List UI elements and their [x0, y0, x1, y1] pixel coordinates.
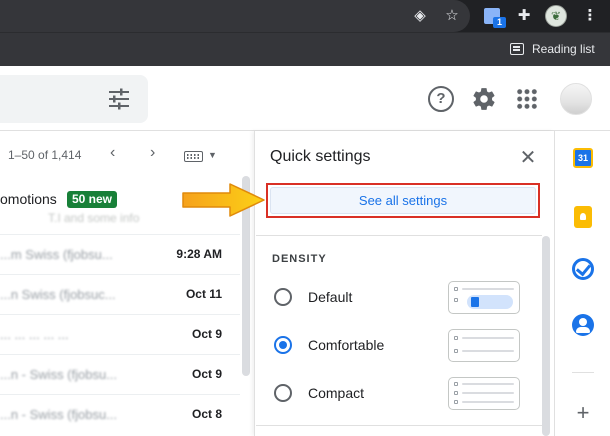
pagination-count: 1–50 of 1,414	[8, 148, 82, 162]
density-compact-radio[interactable]	[274, 384, 292, 402]
keep-icon[interactable]	[574, 206, 592, 228]
attachment-chip-icon	[467, 295, 513, 309]
email-row[interactable]: ...n - Swiss (fjobsu... Oct 8	[0, 394, 240, 434]
email-date: Oct 9	[191, 367, 222, 381]
divider	[256, 235, 542, 236]
density-default-preview[interactable]	[448, 281, 520, 314]
settings-gear-icon[interactable]	[471, 86, 497, 112]
divider	[256, 425, 542, 426]
contacts-icon[interactable]	[572, 314, 594, 336]
email-date: Oct 11	[185, 287, 222, 301]
divider	[572, 372, 594, 373]
help-icon[interactable]: ?	[428, 86, 454, 112]
email-date: Oct 8	[191, 407, 222, 421]
profile-icon[interactable]: ❦	[545, 5, 567, 27]
density-compact-label[interactable]: Compact	[308, 385, 364, 401]
email-row[interactable]: ...n - Swiss (fjobsu... Oct 9	[0, 354, 240, 394]
density-compact-preview[interactable]	[448, 377, 520, 410]
promotions-new-badge: 50 new	[67, 191, 118, 208]
puzzle-icon[interactable]: ✚	[512, 0, 536, 32]
email-row[interactable]: ...m Swiss (fjobsu... 9:28 AM	[0, 234, 240, 274]
reading-list-button[interactable]: Reading list	[510, 32, 595, 66]
kebab-menu-icon[interactable]: ⋮	[578, 0, 602, 32]
calendar-icon[interactable]: 31	[573, 148, 593, 168]
search-options-icon[interactable]	[106, 87, 132, 111]
eye-icon[interactable]: ◈	[408, 0, 432, 32]
density-default-label[interactable]: Default	[308, 289, 352, 305]
add-addon-plus-icon[interactable]: +	[572, 402, 594, 424]
google-apps-icon[interactable]	[516, 88, 538, 110]
email-sender: ...n Swiss (fjobsuc...	[0, 287, 116, 302]
email-row[interactable]: ... ... ... ... ... Oct 9	[0, 314, 240, 354]
older-page-chevron-icon[interactable]: ›	[150, 144, 155, 162]
email-sender: ...m Swiss (fjobsu...	[0, 247, 113, 262]
account-avatar[interactable]	[560, 83, 592, 115]
newer-page-chevron-icon[interactable]: ‹	[110, 144, 115, 162]
annotation-arrow-icon	[182, 183, 265, 217]
highlight-box: See all settings	[266, 183, 540, 218]
density-comfortable-radio[interactable]	[274, 336, 292, 354]
side-panel	[554, 131, 610, 436]
bookmark-star-icon[interactable]: ☆	[440, 0, 464, 32]
email-date: 9:28 AM	[176, 247, 222, 261]
email-sender: ... ... ... ... ...	[0, 327, 69, 342]
email-date: Oct 9	[191, 327, 222, 341]
tasks-icon[interactable]	[572, 258, 594, 280]
email-row[interactable]: ...n Swiss (fjobsuc... Oct 11	[0, 274, 240, 314]
density-heading: DENSITY	[272, 253, 327, 265]
email-sender: ...n - Swiss (fjobsu...	[0, 407, 118, 422]
address-bar[interactable]	[0, 0, 470, 32]
promotions-preview: T.I and some info	[48, 211, 140, 225]
close-icon[interactable]: ✕	[518, 145, 538, 170]
reading-list-icon	[510, 43, 524, 55]
input-tools-dropdown-icon[interactable]: ▼	[208, 150, 217, 160]
density-comfortable-preview[interactable]	[448, 329, 520, 362]
promotions-tab-label[interactable]: omotions	[0, 191, 57, 207]
see-all-settings-button[interactable]: See all settings	[270, 187, 536, 214]
email-sender: ...n - Swiss (fjobsu...	[0, 367, 118, 382]
reading-list-label: Reading list	[532, 42, 595, 56]
quick-settings-scrollbar[interactable]	[542, 236, 550, 436]
extension-badge: 1	[493, 17, 506, 28]
density-comfortable-label[interactable]: Comfortable	[308, 337, 384, 353]
input-tools-keyboard-icon[interactable]	[184, 151, 203, 162]
quick-settings-title: Quick settings	[270, 148, 371, 165]
density-default-radio[interactable]	[274, 288, 292, 306]
